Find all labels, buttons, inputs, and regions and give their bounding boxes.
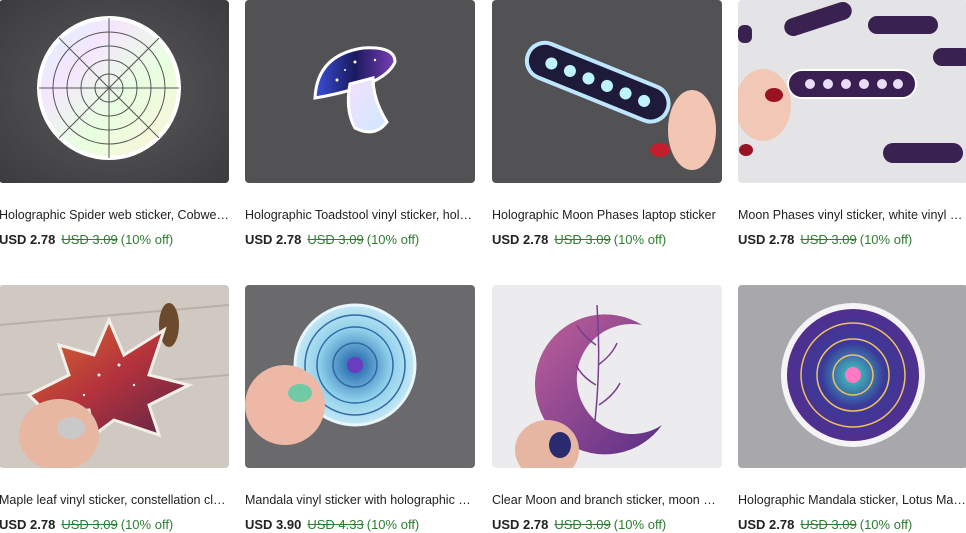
listing-price-row: USD 2.78 USD 3.09 (10% off): [738, 232, 966, 248]
toadstool-sticker-image: [245, 0, 475, 183]
listing-price-row: USD 2.78 USD 3.09 (10% off): [492, 517, 722, 533]
listing-image[interactable]: [245, 0, 475, 183]
listing-price-row: USD 2.78 USD 3.09 (10% off): [492, 232, 722, 248]
listing-price: USD 2.78: [492, 517, 549, 532]
listing-discount: (10% off): [859, 517, 913, 532]
listing-title[interactable]: Mandala vinyl sticker with holographic g…: [245, 492, 475, 508]
listing-card[interactable]: Moon Phases vinyl sticker, white vinyl s…: [738, 0, 966, 248]
listing-discount: (10% off): [613, 232, 667, 247]
listing-image[interactable]: [738, 285, 966, 468]
listing-price-row: USD 2.78 USD 3.09 (10% off): [0, 232, 229, 248]
listing-discount: (10% off): [613, 517, 667, 532]
listing-title[interactable]: Clear Moon and branch sticker, moon godd…: [492, 492, 722, 508]
listing-discount: (10% off): [859, 232, 913, 247]
listing-original-price: USD 4.33: [307, 517, 364, 532]
listing-title[interactable]: Moon Phases vinyl sticker, white vinyl s…: [738, 207, 966, 223]
listing-price: USD 2.78: [0, 232, 56, 247]
listing-original-price: USD 3.09: [554, 232, 611, 247]
moon-branch-sticker-image: [492, 285, 722, 468]
moon-phases-vinyl-sticker-image: [738, 0, 966, 183]
listing-card[interactable]: Holographic Moon Phases laptop sticker U…: [492, 0, 722, 248]
listing-price: USD 2.78: [492, 232, 549, 247]
listing-original-price: USD 3.09: [800, 232, 857, 247]
listing-card[interactable]: Holographic Mandala sticker, Lotus Manda…: [738, 285, 966, 533]
listing-discount: (10% off): [120, 232, 174, 247]
listing-price: USD 3.90: [245, 517, 302, 532]
listing-image[interactable]: [738, 0, 966, 183]
listing-price-row: USD 2.78 USD 3.09 (10% off): [245, 232, 475, 248]
listing-price-row: USD 2.78 USD 3.09 (10% off): [0, 517, 229, 533]
listing-card[interactable]: Clear Moon and branch sticker, moon godd…: [492, 285, 722, 533]
moon-phases-holo-sticker-image: [492, 0, 722, 183]
listing-title[interactable]: Maple leaf vinyl sticker, constellation …: [0, 492, 229, 508]
listing-image[interactable]: [492, 285, 722, 468]
listing-image[interactable]: [0, 0, 229, 183]
listing-image[interactable]: [0, 285, 229, 468]
listing-card[interactable]: Holographic Spider web sticker, Cobweb s…: [0, 0, 229, 248]
listing-title[interactable]: Holographic Moon Phases laptop sticker: [492, 207, 722, 223]
listing-image[interactable]: [492, 0, 722, 183]
spider-web-sticker-image: [0, 0, 229, 183]
listing-card[interactable]: Maple leaf vinyl sticker, constellation …: [0, 285, 229, 533]
listing-price-row: USD 3.90 USD 4.33 (10% off): [245, 517, 475, 533]
listing-discount: (10% off): [366, 517, 420, 532]
listing-price: USD 2.78: [0, 517, 56, 532]
listing-price: USD 2.78: [738, 232, 795, 247]
listing-original-price: USD 3.09: [307, 232, 364, 247]
listing-discount: (10% off): [366, 232, 420, 247]
lotus-mandala-sticker-image: [738, 285, 966, 468]
listing-title[interactable]: Holographic Spider web sticker, Cobweb s…: [0, 207, 229, 223]
listing-title[interactable]: Holographic Toadstool vinyl sticker, hol…: [245, 207, 475, 223]
listing-price: USD 2.78: [738, 517, 795, 532]
listing-original-price: USD 3.09: [61, 232, 118, 247]
listing-original-price: USD 3.09: [61, 517, 118, 532]
listing-price: USD 2.78: [245, 232, 302, 247]
listing-discount: (10% off): [120, 517, 174, 532]
listing-original-price: USD 3.09: [554, 517, 611, 532]
listing-card[interactable]: Mandala vinyl sticker with holographic g…: [245, 285, 475, 533]
listing-card[interactable]: Holographic Toadstool vinyl sticker, hol…: [245, 0, 475, 248]
listing-image[interactable]: [245, 285, 475, 468]
listing-title[interactable]: Holographic Mandala sticker, Lotus Manda…: [738, 492, 966, 508]
mandala-glitter-sticker-image: [245, 285, 475, 468]
listing-grid: Holographic Spider web sticker, Cobweb s…: [0, 0, 966, 533]
listing-price-row: USD 2.78 USD 3.09 (10% off): [738, 517, 966, 533]
maple-leaf-sticker-image: [0, 285, 229, 468]
listing-original-price: USD 3.09: [800, 517, 857, 532]
